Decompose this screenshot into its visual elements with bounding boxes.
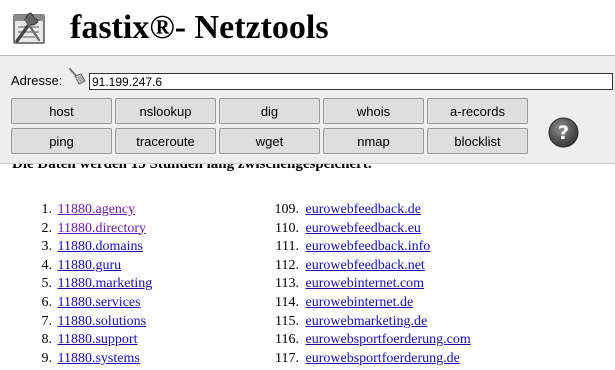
list-item-number: 114. bbox=[275, 294, 299, 310]
blocklist-button[interactable]: blocklist bbox=[427, 128, 528, 154]
title-bar: fastix®- Netztools bbox=[0, 0, 615, 56]
list-item: 4. 11880.guru bbox=[0, 257, 152, 276]
broom-icon[interactable] bbox=[67, 67, 87, 87]
domain-list-right: 109. eurowebfeedback.de 110. eurowebfeedb… bbox=[262, 201, 471, 368]
list-item-number: 7. bbox=[41, 313, 53, 329]
domain-link[interactable]: eurowebfeedback.info bbox=[306, 239, 431, 254]
address-input[interactable] bbox=[89, 73, 613, 90]
wget-button[interactable]: wget bbox=[219, 128, 320, 154]
list-item: 8. 11880.support bbox=[0, 331, 152, 350]
tool-header: fastix®- Netztools Adresse: host nslooku… bbox=[0, 0, 615, 164]
list-item: 112. eurowebfeedback.net bbox=[262, 257, 471, 276]
list-item-number: 5. bbox=[41, 276, 53, 292]
list-item-number: 117. bbox=[275, 350, 299, 366]
domain-link[interactable]: eurowebmarketing.de bbox=[306, 314, 428, 329]
list-item: 114. eurowebinternet.de bbox=[262, 294, 471, 313]
list-item-number: 2. bbox=[41, 220, 53, 236]
list-item: 3. 11880.domains bbox=[0, 238, 152, 257]
list-item: 110. eurowebfeedback.eu bbox=[262, 220, 471, 239]
nmap-button[interactable]: nmap bbox=[323, 128, 424, 154]
list-item-number: 111. bbox=[275, 239, 299, 255]
domain-link[interactable]: eurowebfeedback.de bbox=[306, 202, 421, 217]
address-label: Adresse: bbox=[11, 73, 63, 88]
nslookup-button[interactable]: nslookup bbox=[115, 98, 216, 124]
domain-link[interactable]: eurowebfeedback.eu bbox=[306, 221, 421, 236]
list-item-number: 3. bbox=[41, 239, 53, 255]
help-question-icon[interactable]: ? bbox=[548, 117, 579, 148]
list-item-number: 116. bbox=[275, 332, 299, 348]
domain-link[interactable]: 11880.agency bbox=[58, 202, 136, 217]
domain-link[interactable]: 11880.services bbox=[58, 295, 141, 310]
domain-link[interactable]: 11880.guru bbox=[58, 258, 122, 273]
list-item: 117. eurowebsportfoerderung.de bbox=[262, 350, 471, 369]
domain-link[interactable]: eurowebfeedback.net bbox=[306, 258, 425, 273]
list-item-number: 8. bbox=[41, 332, 53, 348]
whois-button[interactable]: whois bbox=[323, 98, 424, 124]
domain-link[interactable]: 11880.directory bbox=[58, 221, 147, 236]
list-item-number: 113. bbox=[275, 276, 299, 292]
host-button[interactable]: host bbox=[11, 98, 112, 124]
domain-link[interactable]: 11880.support bbox=[58, 332, 138, 347]
list-item-number: 9. bbox=[41, 350, 53, 366]
list-item: 2. 11880.directory bbox=[0, 220, 152, 239]
list-item: 109. eurowebfeedback.de bbox=[262, 201, 471, 220]
domain-link[interactable]: 11880.domains bbox=[58, 239, 143, 254]
list-item: 7. 11880.solutions bbox=[0, 313, 152, 332]
ping-button[interactable]: ping bbox=[11, 128, 112, 154]
traceroute-button[interactable]: traceroute bbox=[115, 128, 216, 154]
page-title: fastix®- Netztools bbox=[70, 9, 329, 46]
tools-icon bbox=[13, 12, 45, 44]
list-item: 115. eurowebmarketing.de bbox=[262, 313, 471, 332]
list-item: 6. 11880.services bbox=[0, 294, 152, 313]
list-item: 111. eurowebfeedback.info bbox=[262, 238, 471, 257]
list-item: 5. 11880.marketing bbox=[0, 275, 153, 294]
list-item: 113. eurowebinternet.com bbox=[262, 275, 471, 294]
list-item: 1. 11880.agency bbox=[0, 201, 152, 220]
domain-link[interactable]: 11880.marketing bbox=[58, 276, 153, 291]
list-item-number: 4. bbox=[41, 257, 53, 273]
list-item: 116. eurowebsportfoerderung.com bbox=[262, 331, 471, 350]
list-item-number: 6. bbox=[41, 294, 53, 310]
list-item-number: 1. bbox=[41, 202, 53, 217]
list-item: 9. 11880.systems bbox=[0, 350, 152, 369]
dig-button[interactable]: dig bbox=[219, 98, 320, 124]
domain-link[interactable]: 11880.systems bbox=[58, 351, 140, 366]
list-item-number: 112. bbox=[275, 257, 299, 273]
domain-link[interactable]: eurowebsportfoerderung.de bbox=[306, 351, 460, 366]
list-item-number: 115. bbox=[275, 313, 299, 329]
domain-link[interactable]: eurowebinternet.com bbox=[306, 276, 425, 291]
list-item-number: 110. bbox=[275, 220, 299, 236]
list-item-number: 109. bbox=[274, 202, 300, 217]
domain-link[interactable]: eurowebsportfoerderung.com bbox=[306, 332, 471, 347]
domain-link[interactable]: eurowebinternet.de bbox=[306, 295, 414, 310]
svg-text:?: ? bbox=[558, 122, 569, 144]
a-records-button[interactable]: a-records bbox=[427, 98, 528, 124]
domain-list-left: 1. 11880.agency 2. 11880.directory 3. 1188… bbox=[0, 201, 153, 369]
domain-link[interactable]: 11880.solutions bbox=[58, 314, 147, 329]
